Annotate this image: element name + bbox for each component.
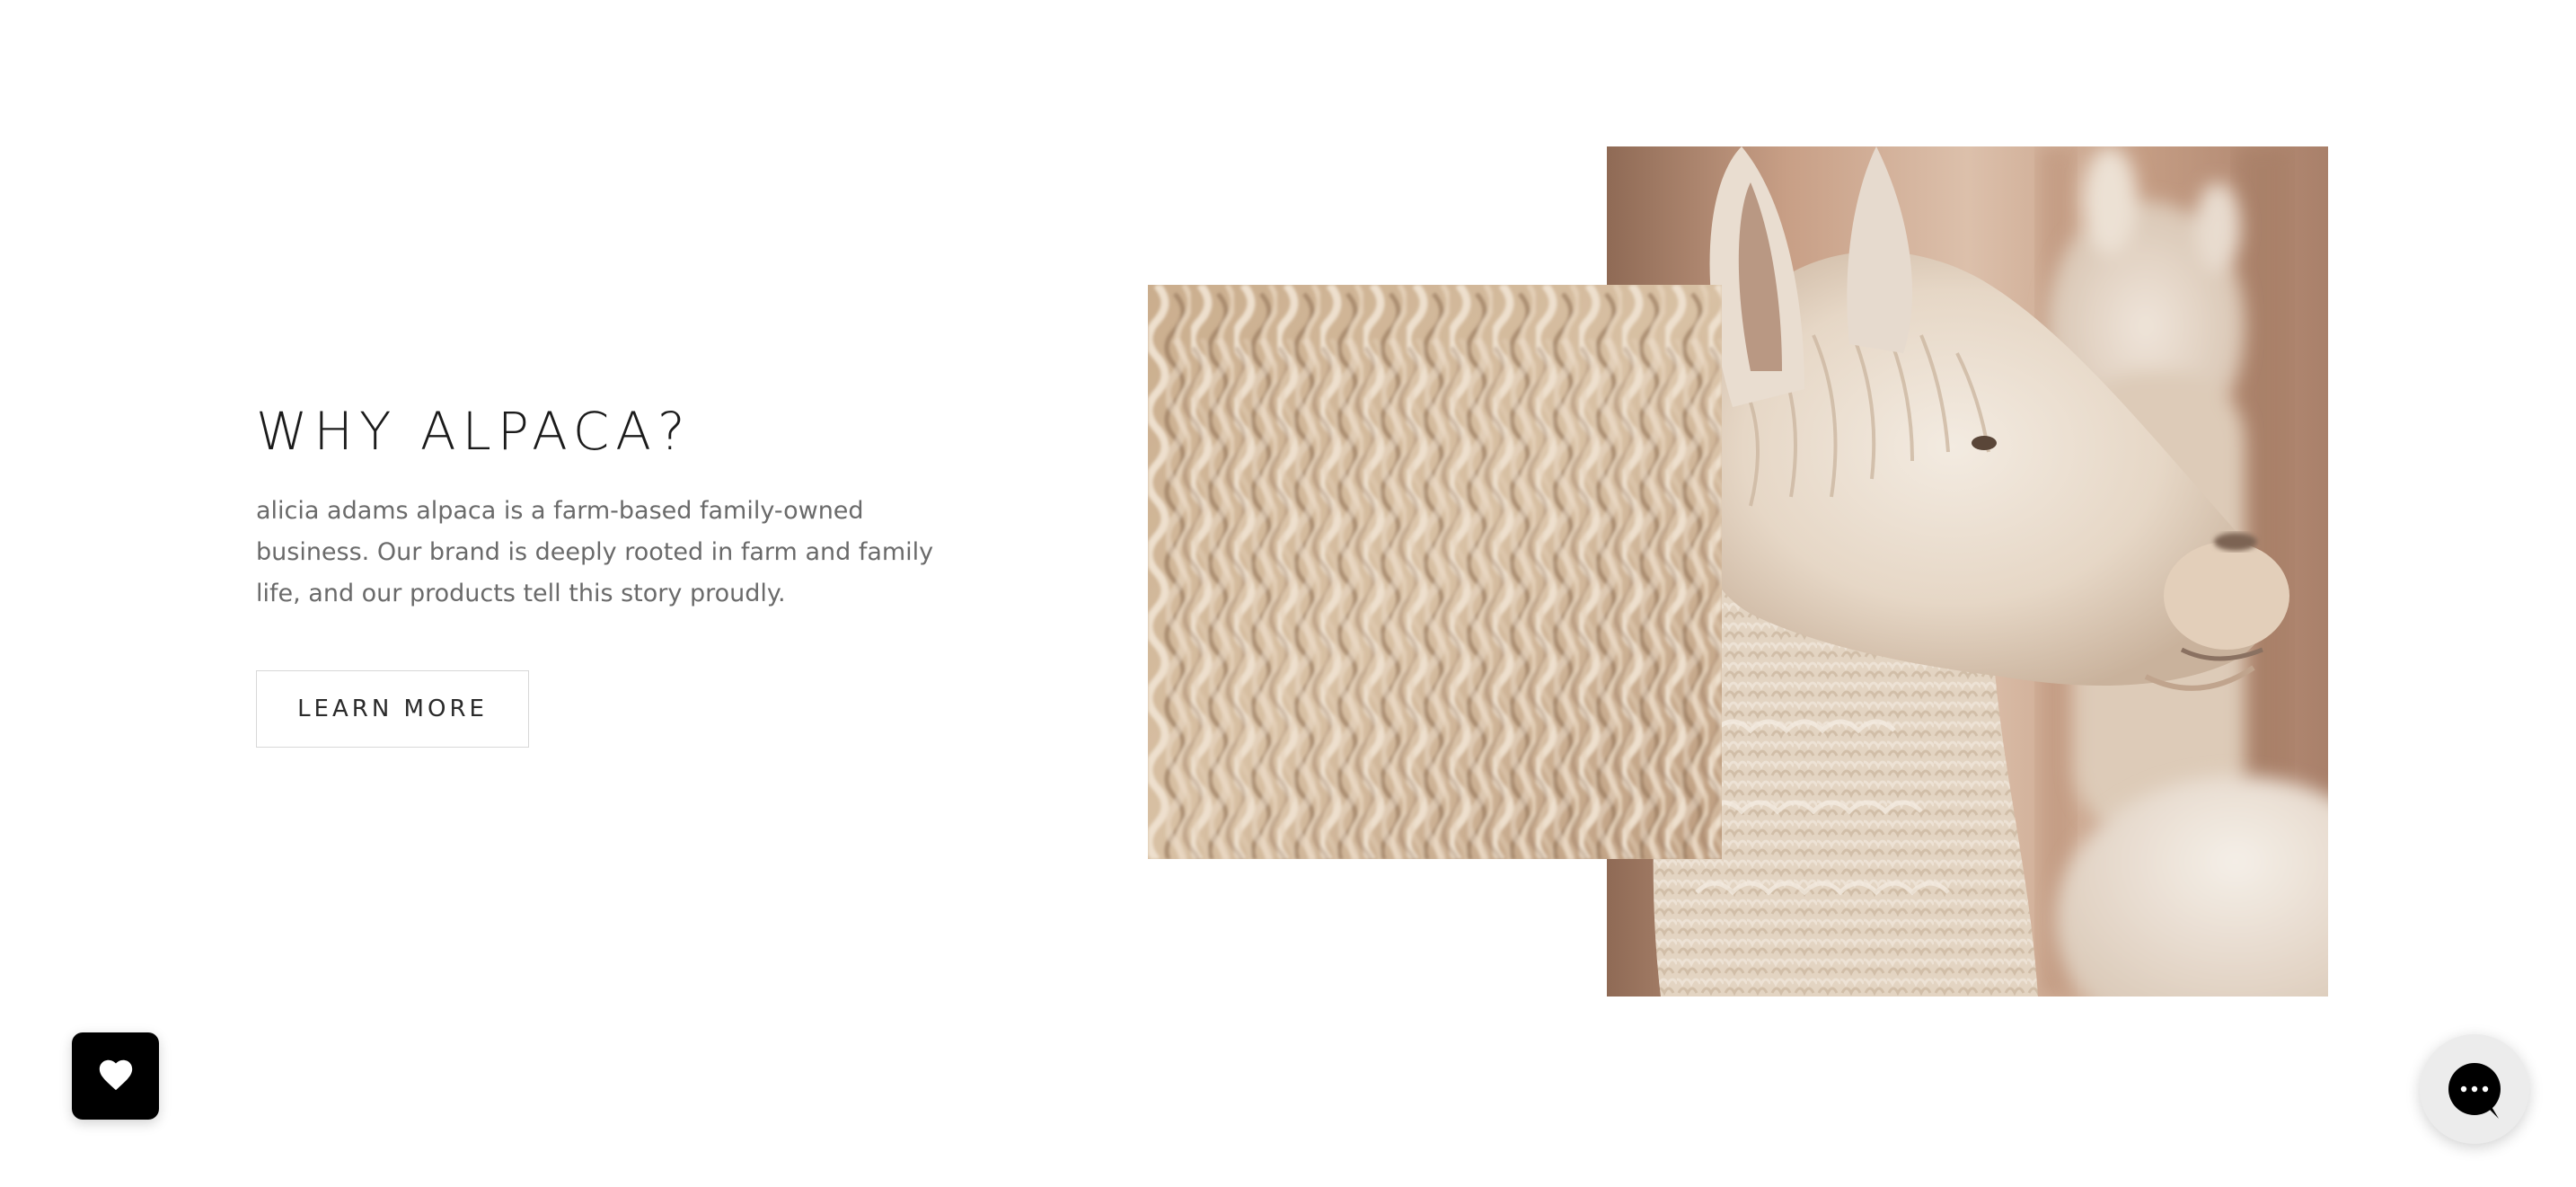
learn-more-button[interactable]: LEARN MORE <box>256 670 529 748</box>
chat-bubble-icon <box>2448 1063 2501 1115</box>
section-description: alicia adams alpaca is a farm-based fami… <box>256 497 934 607</box>
section-heading: WHY ALPACA? <box>256 401 692 462</box>
wishlist-button[interactable] <box>72 1032 159 1120</box>
chat-button[interactable] <box>2420 1034 2529 1144</box>
heart-icon <box>96 1056 136 1096</box>
page: WHY ALPACA? alicia adams alpaca is a far… <box>0 0 2576 1187</box>
why-alpaca-text-block: WHY ALPACA? alicia adams alpaca is a far… <box>256 395 975 615</box>
alpaca-fiber-closeup-image <box>1148 285 1722 859</box>
